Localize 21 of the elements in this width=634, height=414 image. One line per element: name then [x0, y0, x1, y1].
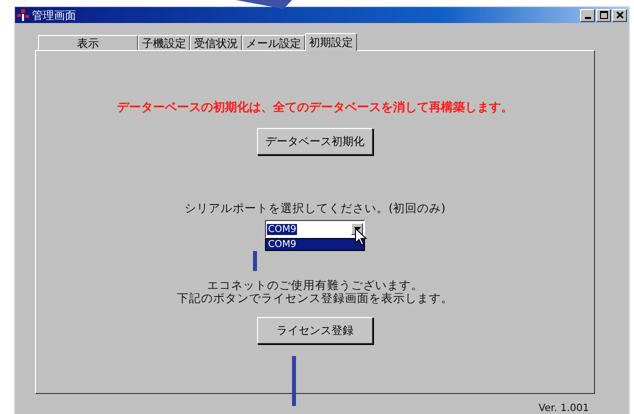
license-message-text: エコネットのご使用有難うございます。 — [207, 279, 423, 292]
window-title: 管理画面 — [32, 8, 77, 22]
close-button[interactable] — [612, 8, 627, 22]
tab[interactable]: 子機設定 — [138, 35, 190, 50]
app-icon — [17, 9, 29, 21]
version-label: Ver. 1.001 — [538, 403, 589, 414]
tab[interactable]: 受信状況 — [190, 35, 242, 50]
maximize-button[interactable] — [596, 8, 611, 22]
maximize-icon — [600, 11, 608, 19]
database-init-button[interactable]: データベース初期化 — [257, 128, 373, 155]
license-register-button[interactable]: ライセンス登録 — [257, 317, 373, 344]
warning-text: データーベースの初期化は、全てのデータベースを消して再構築します。 — [117, 99, 513, 116]
tab[interactable]: 表示 — [38, 35, 138, 50]
tab[interactable]: 初期設定 — [305, 33, 357, 51]
port-dropdown[interactable]: COM9 — [265, 220, 365, 238]
license-message-text: 下記のボタンでライセンス登録画面を表示します。 — [177, 292, 453, 305]
minimize-button[interactable] — [580, 8, 595, 22]
close-icon — [616, 11, 624, 19]
dropdown-option[interactable]: COM9 — [266, 239, 364, 250]
serial-port-prompt: シリアルポートを選択してください。(初回のみ) — [184, 201, 446, 216]
tab[interactable]: メール設定 — [242, 35, 305, 50]
